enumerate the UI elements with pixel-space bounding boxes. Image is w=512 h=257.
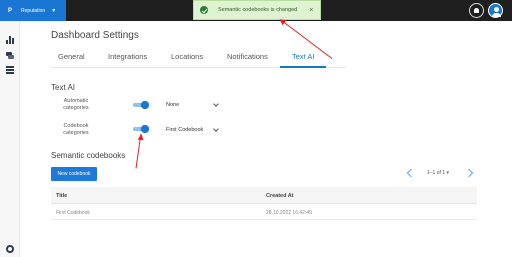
check-circle-icon <box>200 6 208 14</box>
list-icon[interactable] <box>6 66 14 74</box>
chat-bubbles-icon[interactable] <box>6 52 14 60</box>
gear-icon[interactable] <box>6 245 14 253</box>
tab-locations[interactable]: Locations <box>171 52 203 61</box>
automatic-categories-select[interactable]: None <box>166 99 219 111</box>
toast-message: Semantic codebooks is changed <box>218 7 298 13</box>
table-row[interactable]: First Codebook 28.10.2022 16:42:49 <box>51 204 477 220</box>
brand-switcher[interactable]: P Reputation ▼ <box>0 0 66 21</box>
automatic-categories-toggle[interactable] <box>132 101 149 109</box>
chevron-down-icon <box>213 100 219 107</box>
toggle-knob <box>141 125 149 133</box>
chevron-right-icon[interactable] <box>466 169 474 177</box>
chevron-down-icon <box>213 125 219 132</box>
tab-general[interactable]: General <box>58 52 85 61</box>
close-icon[interactable]: × <box>309 7 313 14</box>
pagination-range[interactable]: 1–1 of 1 ▾ <box>427 170 449 176</box>
bar-chart-icon[interactable] <box>6 36 14 44</box>
notifications-bell-icon[interactable] <box>469 3 484 18</box>
app-logo: P <box>8 7 13 14</box>
user-avatar-body <box>492 13 501 17</box>
user-avatar-icon[interactable] <box>488 3 503 18</box>
toggle-knob <box>141 101 149 109</box>
chevron-down-icon: ▼ <box>51 7 57 14</box>
text-ai-heading: Text AI <box>51 83 76 92</box>
codebook-categories-label: Codebook categories <box>63 123 89 136</box>
chevron-left-icon[interactable] <box>405 169 413 177</box>
sidebar <box>0 21 20 257</box>
tab-text-ai[interactable]: Text AI <box>292 52 315 61</box>
tab-notifications[interactable]: Notifications <box>227 52 268 61</box>
cell-title: First Codebook <box>56 210 90 216</box>
tab-integrations[interactable]: Integrations <box>108 52 147 61</box>
active-tab-indicator <box>280 66 326 68</box>
table-header: Title Created At <box>51 187 477 204</box>
codebook-categories-select[interactable]: First Codebook <box>166 124 219 136</box>
semantic-codebooks-heading: Semantic codebooks <box>51 151 126 160</box>
codebook-categories-toggle[interactable] <box>132 125 149 133</box>
cell-created-at: 28.10.2022 16:42:49 <box>266 210 312 216</box>
page-title: Dashboard Settings <box>51 30 139 41</box>
column-header-created-at[interactable]: Created At <box>266 193 294 199</box>
new-codebook-button[interactable]: New codebook <box>51 167 97 181</box>
success-toast: Semantic codebooks is changed × <box>193 0 321 20</box>
automatic-categories-label: Automatic categories <box>63 98 89 111</box>
annotation-arrowhead-toggle <box>137 133 145 141</box>
column-header-title[interactable]: Title <box>56 193 67 199</box>
select-value: None <box>166 102 180 108</box>
app-name: Reputation <box>21 7 46 14</box>
user-avatar-head <box>494 7 499 12</box>
select-value: First Codebook <box>166 127 204 133</box>
